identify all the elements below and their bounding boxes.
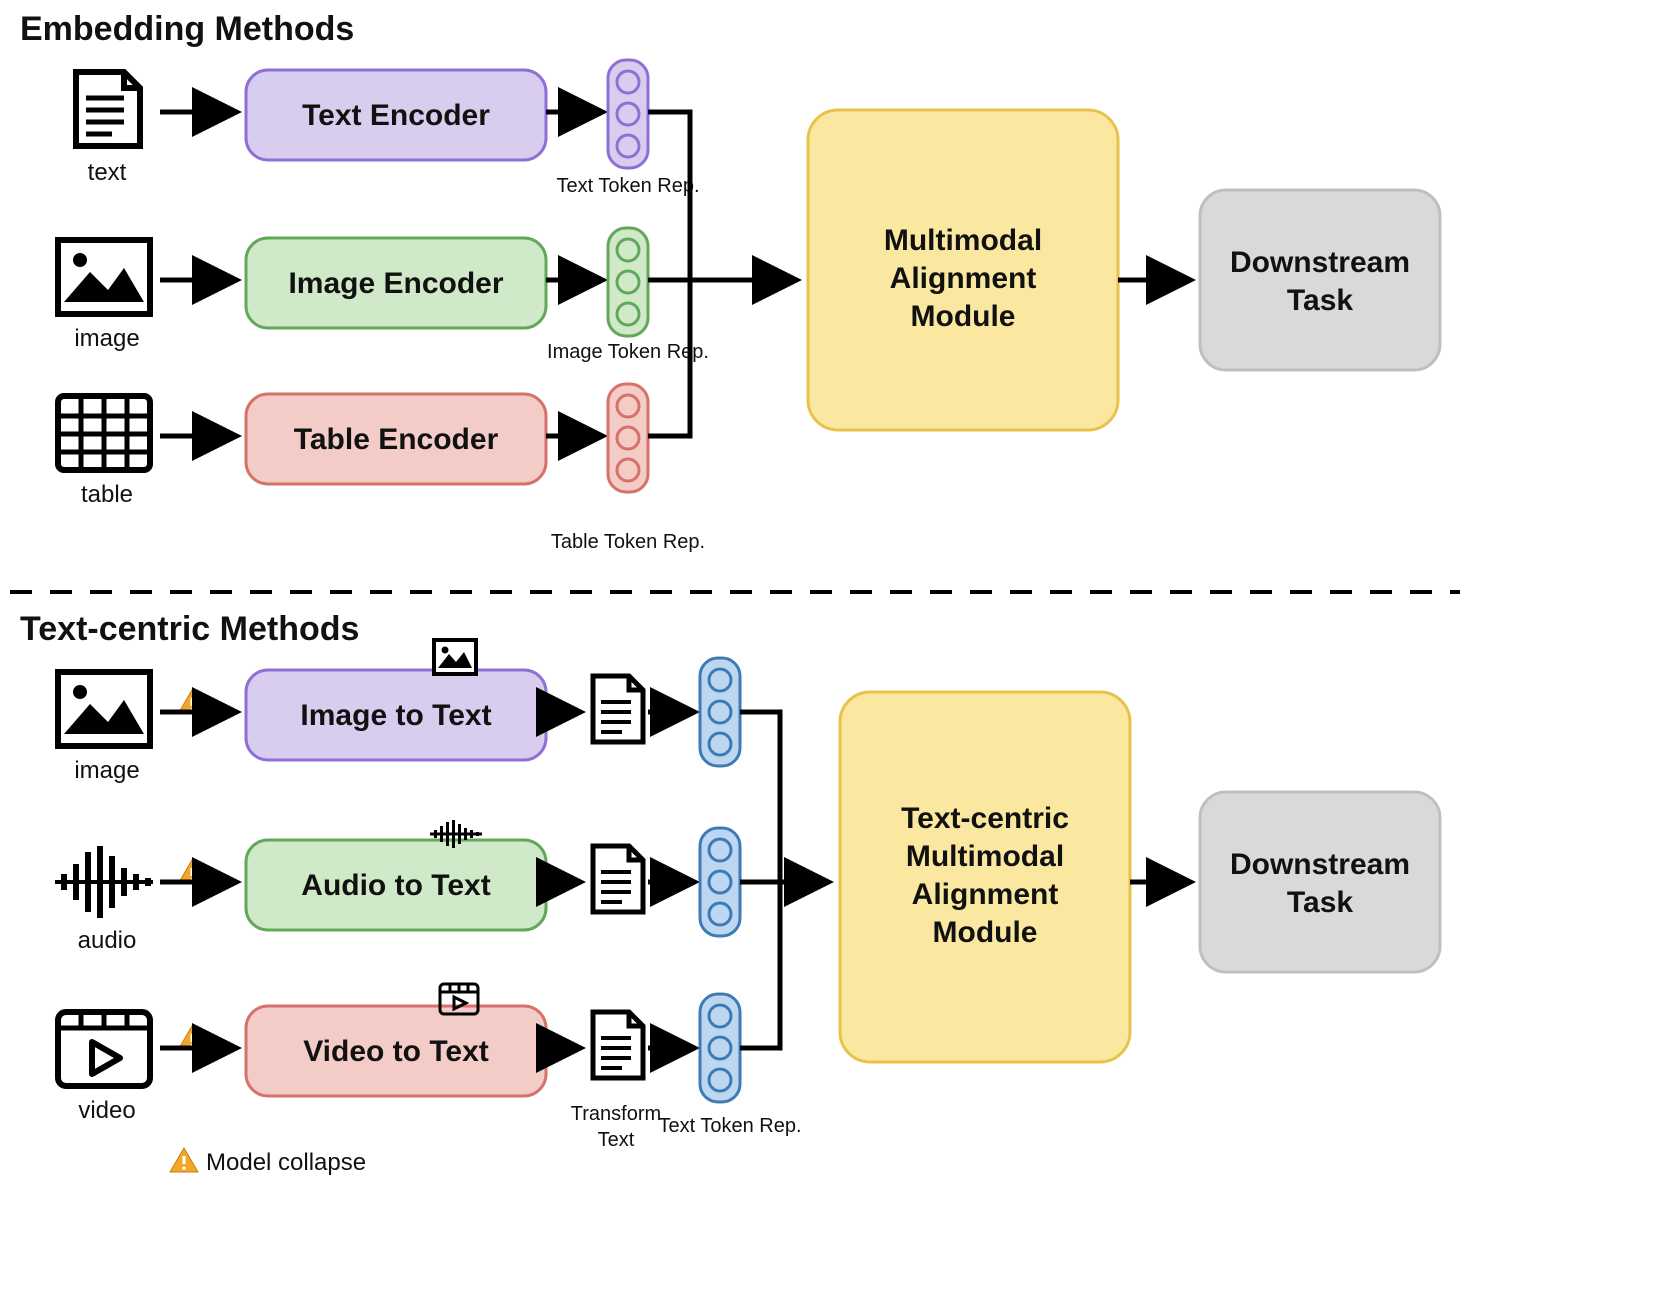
legend: Model collapse — [170, 1148, 366, 1176]
text-token-rep: Text Token Rep. — [556, 60, 699, 197]
audio-to-text-label: Audio to Text — [301, 869, 490, 902]
input-audio: audio — [55, 846, 153, 954]
table-encoder-label: Table Encoder — [294, 423, 499, 456]
image-icon — [58, 240, 150, 314]
warning-icon — [170, 1148, 198, 1172]
svg-text:audio: audio — [78, 927, 137, 954]
doc-icon — [593, 846, 643, 912]
alignment-module-2-line3: Alignment — [912, 878, 1059, 911]
text-doc-icon — [76, 72, 140, 146]
downstream-task-box — [1200, 190, 1440, 370]
legend-label: Model collapse — [206, 1149, 366, 1176]
svg-text:Table Token Rep.: Table Token Rep. — [551, 531, 705, 553]
input-image-2: image — [58, 672, 150, 784]
text-token-rep-2c — [700, 994, 740, 1102]
alignment-module-line1: Multimodal — [884, 224, 1042, 257]
transform-text-line1: Transform — [571, 1103, 661, 1125]
image-icon — [58, 672, 150, 746]
input-video: video — [58, 1012, 150, 1124]
input-image-label: image — [74, 325, 139, 352]
doc-icon — [593, 676, 643, 742]
input-image: image — [58, 240, 150, 352]
video-icon — [58, 1012, 150, 1086]
text-token-rep-2a — [700, 658, 740, 766]
text-token-rep-2b — [700, 828, 740, 936]
downstream-task-2-box — [1200, 792, 1440, 972]
table-token-rep: Table Token Rep. — [551, 384, 705, 553]
video-to-text-label: Video to Text — [303, 1035, 489, 1068]
svg-text:Text Token Rep.: Text Token Rep. — [556, 175, 699, 197]
image-token-rep: Image Token Rep. — [547, 228, 709, 363]
table-icon — [58, 396, 150, 470]
alignment-module-2-line2: Multimodal — [906, 840, 1064, 873]
text-token-rep-label: Text Token Rep. — [658, 1115, 801, 1137]
merge-path — [740, 882, 780, 1048]
alignment-module-2-line1: Text-centric — [901, 802, 1069, 835]
merge-path — [740, 712, 780, 882]
svg-text:video: video — [78, 1097, 135, 1124]
transform-text-line2: Text — [598, 1129, 635, 1151]
image-icon-badge — [434, 640, 476, 674]
section2-title: Text-centric Methods — [20, 610, 359, 648]
image-to-text-label: Image to Text — [300, 699, 491, 732]
alignment-module-2-box — [840, 692, 1130, 1062]
image-encoder-label: Image Encoder — [288, 267, 503, 300]
downstream-line1: Downstream — [1230, 246, 1410, 279]
input-text-label: text — [88, 159, 127, 186]
input-text: text — [76, 72, 140, 186]
text-encoder-label: Text Encoder — [302, 99, 490, 132]
audio-icon — [55, 846, 153, 918]
svg-text:Image Token Rep.: Image Token Rep. — [547, 341, 709, 363]
input-table: table — [58, 396, 150, 508]
downstream-2-line1: Downstream — [1230, 848, 1410, 881]
alignment-module-line3: Module — [911, 300, 1016, 333]
doc-icon — [593, 1012, 643, 1078]
section1-title: Embedding Methods — [20, 10, 354, 48]
input-table-label: table — [81, 481, 133, 508]
downstream-2-line2: Task — [1287, 886, 1353, 919]
svg-text:image: image — [74, 757, 139, 784]
alignment-module-2-line4: Module — [933, 916, 1038, 949]
downstream-line2: Task — [1287, 284, 1353, 317]
alignment-module-line2: Alignment — [890, 262, 1037, 295]
